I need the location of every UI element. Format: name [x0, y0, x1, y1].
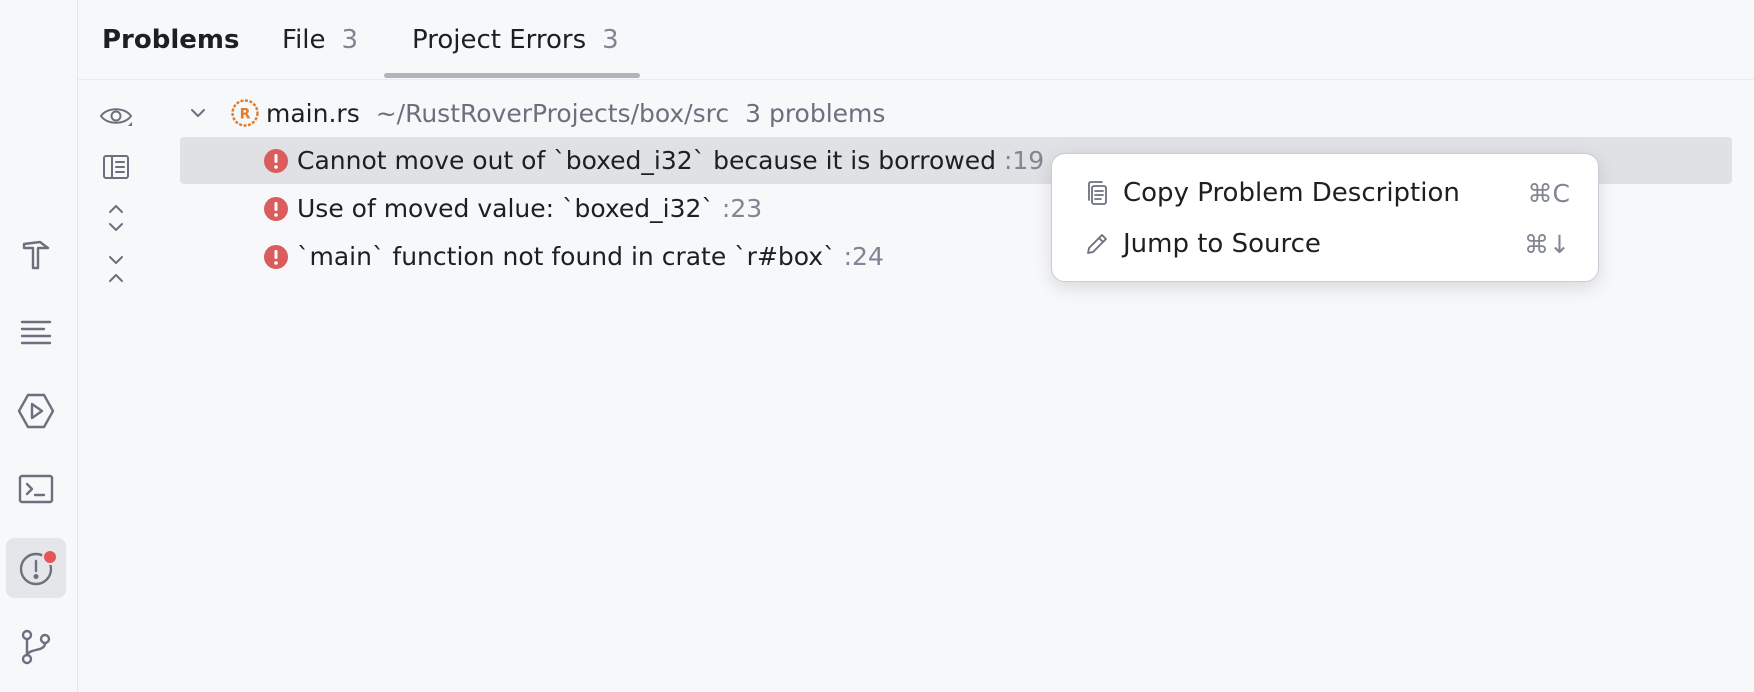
error-icon — [264, 244, 288, 269]
file-node[interactable]: R main.rs ~/RustRoverProjects/box/src 3 … — [180, 91, 885, 135]
problems-toolbar — [78, 80, 154, 340]
menu-item-shortcut: ⌘C — [1527, 178, 1570, 208]
tab-label: File — [282, 24, 326, 55]
copy-icon — [1088, 181, 1107, 205]
tool-window-strip — [0, 0, 78, 692]
git-tool-button[interactable] — [6, 616, 66, 676]
preview-panel-icon — [103, 155, 129, 179]
tab-label: Project Errors — [412, 24, 587, 55]
tab-count: 3 — [602, 24, 619, 55]
error-icon — [264, 196, 288, 221]
jump-to-source-item[interactable]: Jump to Source ⌘↓ — [1066, 219, 1584, 269]
services-tool-button[interactable] — [6, 381, 66, 441]
rust-file-icon: R — [231, 99, 259, 127]
menu-item-shortcut: ⌘↓ — [1524, 229, 1570, 259]
file-path: ~/RustRoverProjects/box/src — [375, 98, 730, 128]
file-name: main.rs — [266, 98, 360, 128]
problem-count: 3 problems — [745, 98, 886, 128]
build-tool-button[interactable] — [6, 224, 66, 284]
view-options-button[interactable] — [96, 96, 136, 136]
problem-text: Use of moved value: `boxed_i32` — [297, 194, 714, 223]
problem-line: :24 — [843, 242, 884, 271]
problem-line: :19 — [1003, 146, 1045, 175]
problem-text: `main` function not found in crate `r#bo… — [297, 242, 836, 271]
problems-tool-button[interactable] — [6, 538, 66, 598]
notification-dot — [42, 549, 58, 565]
hammer-icon — [22, 240, 50, 270]
problems-header: Problems File 3 Project Errors 3 — [78, 0, 1754, 80]
preview-toggle-button[interactable] — [96, 147, 136, 187]
problem-text: Cannot move out of `boxed_i32` because i… — [297, 146, 996, 175]
run-services-icon — [17, 393, 55, 429]
expand-all-button[interactable] — [96, 198, 136, 238]
tab-file[interactable]: File 3 — [282, 0, 358, 79]
chevron-down-icon[interactable] — [184, 99, 212, 127]
eye-icon — [99, 108, 133, 126]
active-tab-indicator — [384, 73, 640, 78]
copy-problem-description-item[interactable]: Copy Problem Description ⌘C — [1066, 168, 1584, 218]
structure-tool-button[interactable] — [6, 302, 66, 362]
menu-item-label: Jump to Source — [1123, 229, 1321, 259]
collapse-all-icon — [109, 256, 123, 282]
structure-icon — [20, 320, 52, 345]
svg-text:R: R — [240, 107, 251, 123]
terminal-tool-button[interactable] — [6, 459, 66, 519]
terminal-icon — [18, 474, 54, 504]
menu-item-label: Copy Problem Description — [1123, 178, 1460, 208]
collapse-all-button[interactable] — [96, 249, 136, 289]
tab-project-errors[interactable]: Project Errors 3 — [412, 0, 619, 79]
tab-count: 3 — [341, 24, 359, 55]
context-menu: Copy Problem Description ⌘C Jump to Sour… — [1051, 153, 1599, 282]
expand-all-icon — [109, 205, 123, 231]
error-icon — [264, 148, 288, 173]
problem-line: :23 — [721, 194, 763, 223]
git-branch-icon — [21, 629, 51, 665]
page-title: Problems — [102, 24, 240, 55]
pencil-icon — [1087, 234, 1107, 254]
